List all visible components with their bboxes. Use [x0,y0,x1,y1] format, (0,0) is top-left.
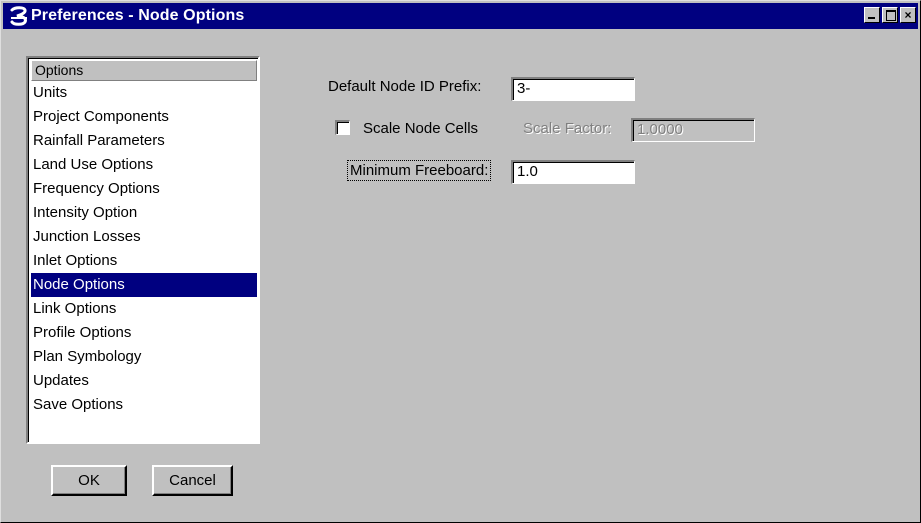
list-item-node-options[interactable]: Node Options [31,273,257,297]
title-bar[interactable]: Preferences - Node Options × [3,3,918,29]
minimize-button[interactable] [864,7,880,23]
list-item-project-components[interactable]: Project Components [31,105,257,129]
minimum-freeboard-label: Minimum Freeboard: [347,160,492,181]
minimum-freeboard-input[interactable]: 1.0 [511,160,635,184]
close-icon: × [904,8,912,22]
list-item-updates[interactable]: Updates [31,369,257,393]
list-item-units[interactable]: Units [31,81,257,105]
maximize-icon [886,10,896,21]
list-item-rainfall-parameters[interactable]: Rainfall Parameters [31,129,257,153]
list-item-inlet-options[interactable]: Inlet Options [31,249,257,273]
options-list-items: Units Project Components Rainfall Paramete… [31,81,257,417]
scale-factor-label: Scale Factor: [523,120,612,137]
list-item-profile-options[interactable]: Profile Options [31,321,257,345]
ok-button[interactable]: OK [51,465,127,496]
list-item-frequency-options[interactable]: Frequency Options [31,177,257,201]
default-node-id-prefix-label: Default Node ID Prefix: [328,78,482,95]
window-title: Preferences - Node Options [31,7,245,24]
list-item-plan-symbology[interactable]: Plan Symbology [31,345,257,369]
options-listbox[interactable]: Options Units Project Components Rainfall … [26,56,260,444]
scale-node-cells-checkbox[interactable] [335,120,350,135]
app-logo-icon [9,6,29,26]
scale-factor-input: 1.0000 [631,118,755,142]
minimize-icon [868,17,875,19]
maximize-button[interactable] [882,7,898,23]
options-list-header[interactable]: Options [31,60,257,81]
list-item-land-use-options[interactable]: Land Use Options [31,153,257,177]
default-node-id-prefix-input[interactable]: 3- [511,77,635,101]
list-item-junction-losses[interactable]: Junction Losses [31,225,257,249]
scale-node-cells-label[interactable]: Scale Node Cells [363,120,478,137]
list-item-save-options[interactable]: Save Options [31,393,257,417]
close-button[interactable]: × [900,7,916,23]
list-item-link-options[interactable]: Link Options [31,297,257,321]
preferences-window: Preferences - Node Options × Options Uni… [0,0,921,523]
list-item-intensity-option[interactable]: Intensity Option [31,201,257,225]
cancel-button[interactable]: Cancel [152,465,233,496]
